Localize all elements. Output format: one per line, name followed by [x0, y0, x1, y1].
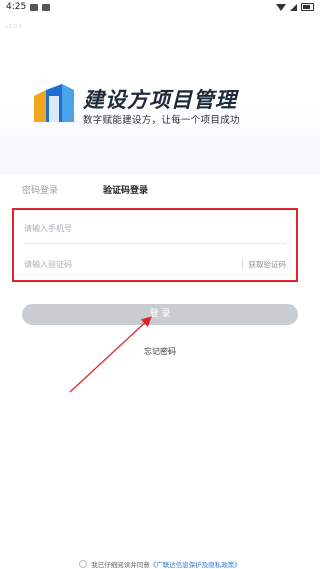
field-divider — [241, 259, 243, 269]
notification-icon — [42, 3, 51, 11]
status-bar: 4:25 — [0, 0, 320, 14]
app-title: 建设方项目管理 — [83, 88, 237, 112]
forgot-password-link[interactable]: 忘记密码 — [0, 346, 320, 357]
agreement-checkbox[interactable] — [79, 560, 88, 568]
login-form-highlight: 获取验证码 — [12, 208, 298, 282]
gallery-icon — [30, 3, 39, 11]
code-field: 获取验证码 — [24, 249, 286, 279]
status-time: 4:25 — [6, 2, 27, 12]
corner-text: v1.0.0 — [6, 24, 22, 30]
code-input[interactable] — [24, 259, 236, 269]
get-code-button[interactable]: 获取验证码 — [249, 259, 287, 270]
phone-input[interactable] — [24, 223, 286, 233]
tab-password-login[interactable]: 密码登录 — [22, 183, 58, 196]
login-button[interactable]: 登 录 — [22, 304, 298, 325]
tab-code-login[interactable]: 验证码登录 — [103, 183, 148, 196]
battery-icon — [301, 3, 314, 11]
app-subtitle: 数字赋能建设方，让每一个项目成功 — [83, 115, 240, 126]
signal-icon — [290, 3, 297, 11]
app-logo-icon — [34, 84, 74, 122]
phone-field — [24, 213, 286, 244]
wifi-icon — [276, 3, 286, 11]
